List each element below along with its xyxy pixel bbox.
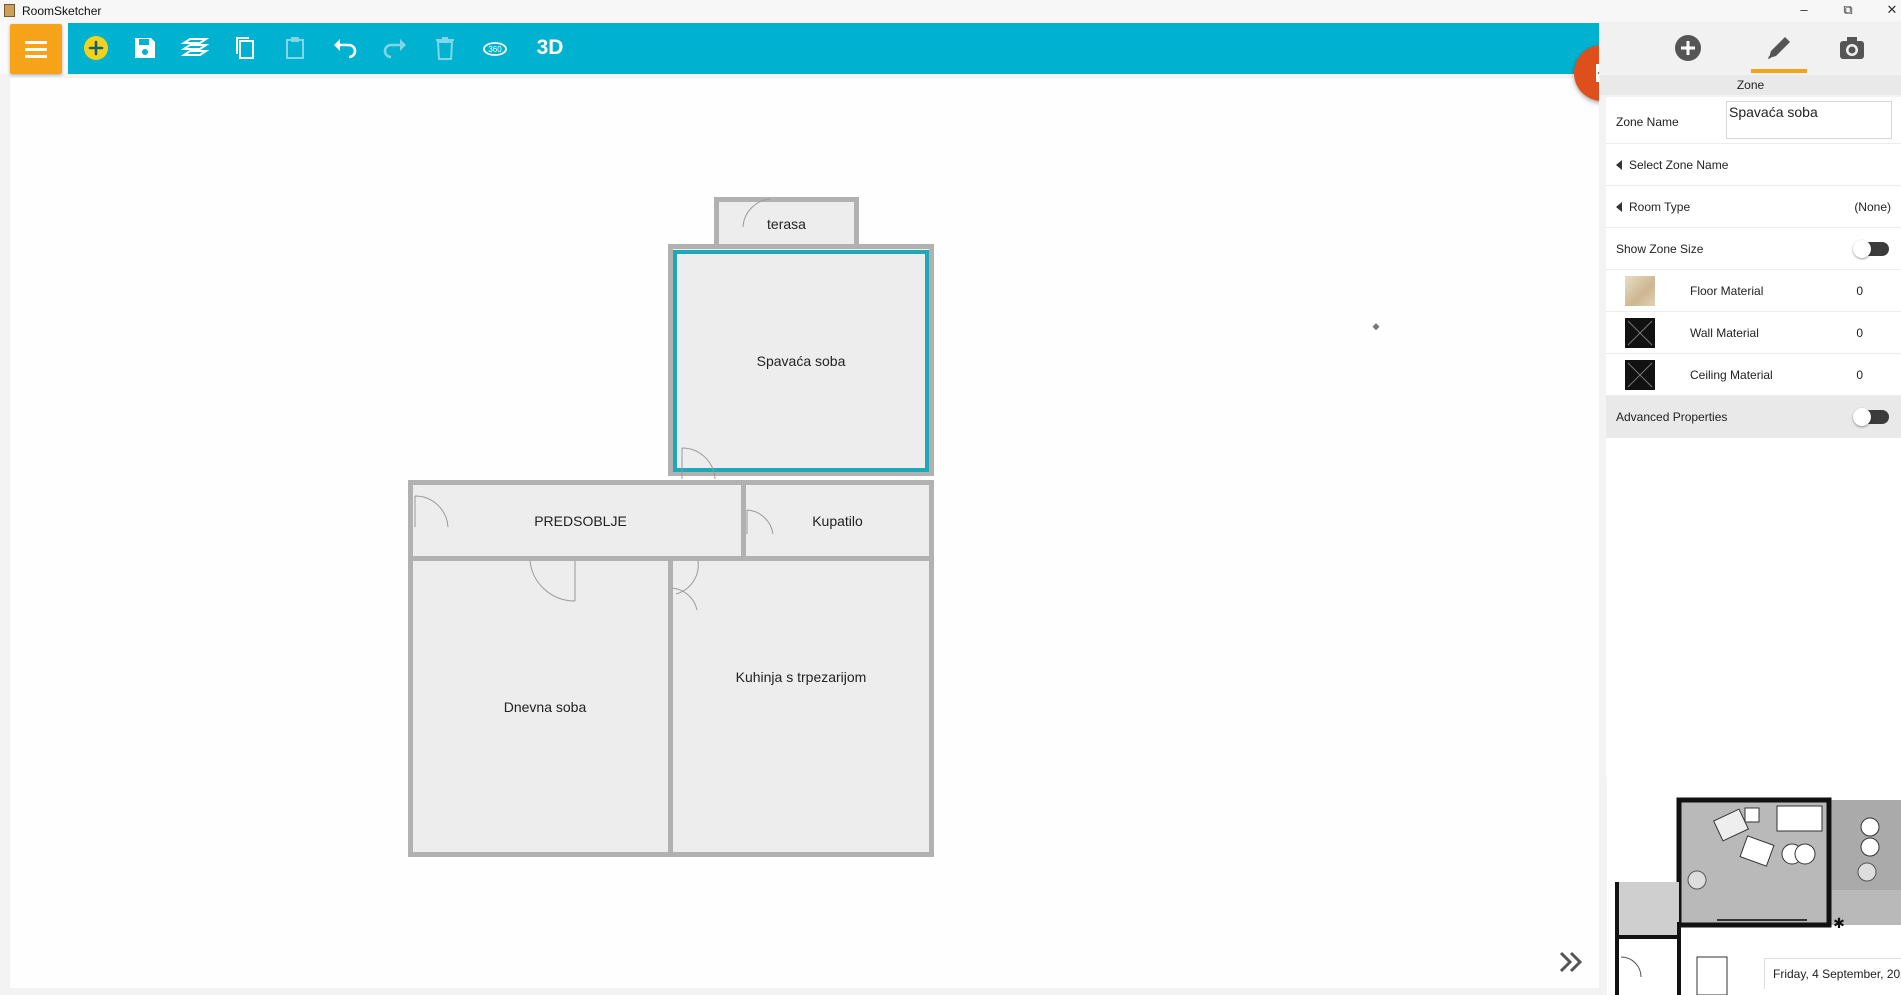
floor-material-swatch[interactable] [1625,276,1655,306]
show-zone-size-label: Show Zone Size [1616,242,1704,256]
wall-material-value: 0 [1856,326,1863,340]
room-label: Dnevna soba [503,698,587,715]
maximize-button[interactable]: ⧉ [1826,0,1870,22]
360-view-button[interactable]: 360 [480,33,510,63]
add-icon [1675,35,1701,61]
room-type-label: Room Type [1616,200,1690,214]
paste-icon [286,37,304,59]
camera-icon [1840,37,1864,59]
menu-icon [25,41,47,44]
levels-button[interactable] [180,33,210,63]
room-type-row[interactable]: Room Type (None) [1606,186,1901,228]
add-icon [84,36,108,60]
room-predsoblje[interactable]: PREDSOBLJE [408,480,753,561]
select-zone-name-row[interactable]: Select Zone Name [1606,144,1901,186]
zone-name-label: Zone Name [1616,115,1679,129]
room-kuhinja[interactable]: Kuhinja s trpezarijom [668,556,934,857]
properties-panel: Zone Zone Name Spavaća soba Select Zone … [1599,22,1901,995]
main-toolbar: 360 3D [0,22,1599,74]
close-button[interactable]: ✕ [1870,0,1901,22]
save-icon [135,38,155,58]
delete-icon [436,37,454,60]
tab-edit[interactable] [1759,28,1799,68]
advanced-properties-toggle[interactable] [1853,408,1889,426]
minimize-button[interactable]: – [1782,0,1826,22]
tab-camera[interactable] [1832,28,1872,68]
toolbar-strip: 360 3D [68,23,1599,74]
tab-add[interactable] [1668,28,1708,68]
select-zone-name-text: Select Zone Name [1629,158,1729,172]
show-zone-size-toggle[interactable] [1853,240,1889,258]
floor-material-row[interactable]: Floor Material 0 [1606,270,1901,312]
add-button[interactable] [81,33,111,63]
date-tooltip: Friday, 4 September, 202 [1764,958,1901,989]
caret-left-icon [1616,202,1622,212]
delete-button[interactable] [430,33,460,63]
advanced-properties-label: Advanced Properties [1616,410,1728,424]
360-icon: 360 [483,42,507,56]
svg-text:✱: ✱ [1833,916,1845,932]
ceiling-material-label: Ceiling Material [1690,368,1773,382]
ceiling-material-value: 0 [1856,368,1863,382]
floor-material-label: Floor Material [1690,284,1764,298]
room-type-text: Room Type [1629,200,1691,214]
section-title: Zone [1600,75,1901,95]
room-type-value: (None) [1854,200,1891,214]
room-dnevna-soba[interactable]: Dnevna soba [408,556,682,857]
undo-button[interactable] [330,33,360,63]
3d-label: 3D [536,36,564,59]
room-terasa[interactable]: terasa [714,197,859,251]
redo-icon [383,39,406,59]
ceiling-material-row[interactable]: Ceiling Material 0 [1606,354,1901,396]
room-label: Spavaća soba [756,353,846,369]
zone-properties: Zone Name Spavaća soba Select Zone Name … [1606,97,1901,777]
room-label: terasa [767,216,806,232]
double-chevron-right-icon[interactable] [1556,946,1588,978]
zone-name-row: Zone Name Spavaća soba [1606,97,1901,144]
room-label: PREDSOBLJE [534,512,627,529]
menu-icon-bar [25,55,47,58]
room-label: Kuhinja s trpezarijom [735,669,867,686]
room-label: Kupatilo [812,512,863,529]
levels-icon [181,38,209,56]
copy-button[interactable] [230,33,260,63]
advanced-properties-row: Advanced Properties [1606,396,1901,438]
no-material-icon[interactable] [1625,360,1655,390]
toggle-knob [1853,240,1871,258]
title-bar: RoomSketcher – ⧉ ✕ [0,0,1901,22]
paste-button[interactable] [280,33,310,63]
redo-button[interactable] [380,33,410,63]
menu-button[interactable] [10,24,62,74]
undo-icon [334,39,357,59]
copy-icon [236,37,254,59]
window-title: RoomSketcher [22,4,102,18]
active-tab-indicator [1751,69,1807,73]
toggle-knob [1853,408,1871,426]
floor-material-value: 0 [1856,284,1863,298]
panel-tabs [1599,22,1901,74]
select-zone-name-label: Select Zone Name [1616,158,1728,172]
app-icon [4,4,15,17]
3d-view-button[interactable]: 3D [532,33,568,63]
wall-material-label: Wall Material [1690,326,1759,340]
caret-left-icon [1616,160,1622,170]
room-kupatilo[interactable]: Kupatilo [741,480,934,561]
zone-name-input[interactable]: Spavaća soba [1726,101,1892,139]
plan-thumbnail[interactable]: ✱ Friday, 4 September, 202 [1607,772,1901,995]
edit-icon [1768,37,1790,59]
menu-icon-bar [25,48,47,51]
drawing-canvas[interactable]: terasa Spavaća soba PREDSOBLJE Kupatilo … [10,78,1599,988]
svg-text:360: 360 [488,45,502,54]
show-zone-size-row: Show Zone Size [1606,228,1901,270]
save-button[interactable] [130,33,160,63]
no-material-icon[interactable] [1625,318,1655,348]
room-spavaca-soba[interactable]: Spavaća soba [673,250,929,472]
wall-material-row[interactable]: Wall Material 0 [1606,312,1901,354]
